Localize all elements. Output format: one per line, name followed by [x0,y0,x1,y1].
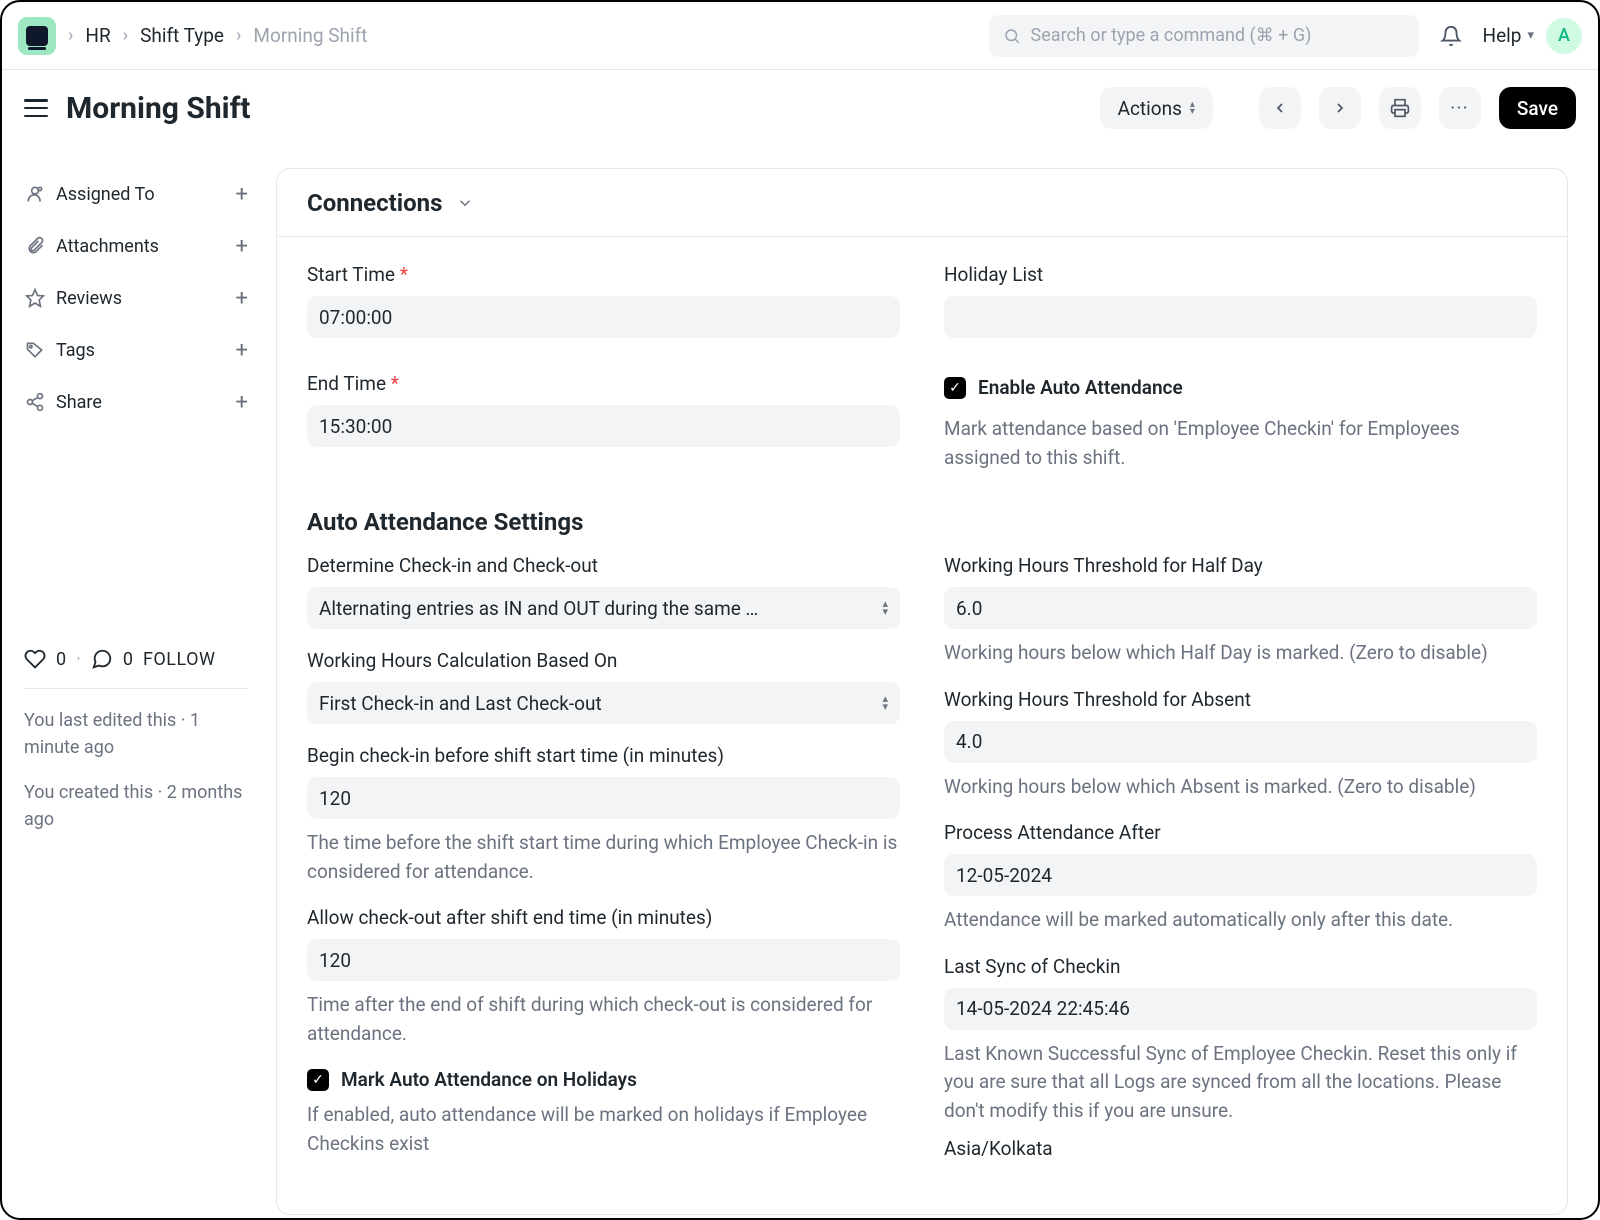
meta-created: You created this · 2 months ago [24,779,248,833]
avatar[interactable]: A [1546,18,1582,54]
comments-count: 0 [123,649,133,670]
ellipsis-icon: ··· [1451,100,1470,116]
sidebar-item-tags[interactable]: Tags + [24,324,248,376]
allow-desc: Time after the end of shift during which… [307,991,900,1048]
user-icon [24,184,46,204]
mark-holidays-desc: If enabled, auto attendance will be mark… [307,1101,900,1158]
paperclip-icon [24,236,46,256]
help-menu[interactable]: Help ▾ [1483,24,1534,47]
plus-icon[interactable]: + [236,338,248,363]
process-input[interactable]: 12-05-2024 [944,854,1537,896]
timezone: Asia/Kolkata [944,1135,1537,1164]
half-label: Working Hours Threshold for Half Day [944,554,1537,577]
process-desc: Attendance will be marked automatically … [944,906,1537,935]
plus-icon[interactable]: + [236,234,248,259]
determine-label: Determine Check-in and Check-out [307,554,900,577]
updown-icon: ▴▾ [882,695,888,711]
half-input[interactable]: 6.0 [944,587,1537,629]
sync-input[interactable]: 14-05-2024 22:45:46 [944,988,1537,1030]
breadcrumb-current: Morning Shift [253,24,367,47]
tag-icon [24,340,46,360]
holiday-list-input[interactable] [944,296,1537,338]
breadcrumb-shift-type[interactable]: Shift Type [140,24,224,47]
mark-holidays-label: Mark Auto Attendance on Holidays [341,1068,637,1091]
share-icon [24,392,46,412]
search-placeholder: Search or type a command (⌘ + G) [1031,25,1312,46]
notifications-button[interactable] [1431,16,1471,56]
calc-label: Working Hours Calculation Based On [307,649,900,672]
topbar: › HR › Shift Type › Morning Shift Search… [2,2,1598,70]
plus-icon[interactable]: + [236,286,248,311]
page-header: Morning Shift Actions ▴▾ ··· Save [2,70,1598,146]
begin-input[interactable]: 120 [307,777,900,819]
sync-desc: Last Known Successful Sync of Employee C… [944,1040,1537,1126]
determine-select[interactable]: Alternating entries as IN and OUT during… [307,587,900,629]
updown-icon: ▴▾ [882,600,888,616]
allow-input[interactable]: 120 [307,939,900,981]
holiday-list-label: Holiday List [944,263,1537,286]
comment-icon[interactable] [91,648,113,670]
enable-auto-label: Enable Auto Attendance [978,376,1183,399]
likes-count: 0 [56,649,66,670]
printer-icon [1390,98,1410,118]
follow-bar: 0 · 0 FOLLOW [24,648,248,670]
search-icon [1003,27,1021,45]
form-card: Connections Start Time * 07:00:00 End Ti… [276,168,1568,1215]
sidebar-item-assigned-to[interactable]: Assigned To + [24,168,248,220]
search-input[interactable]: Search or type a command (⌘ + G) [989,15,1419,57]
enable-auto-checkbox[interactable]: ✓ [944,377,966,399]
chevron-right-icon: › [123,25,128,46]
end-time-label: End Time * [307,372,900,395]
absent-label: Working Hours Threshold for Absent [944,688,1537,711]
begin-desc: The time before the shift start time dur… [307,829,900,886]
sidebar-item-reviews[interactable]: Reviews + [24,272,248,324]
star-icon [24,288,46,308]
save-button[interactable]: Save [1499,87,1576,129]
plus-icon[interactable]: + [236,182,248,207]
page-title: Morning Shift [66,91,250,126]
next-button[interactable] [1319,87,1361,129]
divider [24,688,248,689]
print-button[interactable] [1379,87,1421,129]
chevron-right-icon: › [68,25,73,46]
sidebar: Assigned To + Attachments + Reviews + Ta… [2,146,270,1218]
mark-holidays-checkbox[interactable]: ✓ [307,1069,329,1091]
chevron-down-icon: ▾ [1527,28,1534,43]
allow-label: Allow check-out after shift end time (in… [307,906,900,929]
half-desc: Working hours below which Half Day is ma… [944,639,1537,668]
meta-edited: You last edited this · 1 minute ago [24,707,248,761]
absent-input[interactable]: 4.0 [944,721,1537,763]
follow-button[interactable]: FOLLOW [143,649,216,670]
start-time-label: Start Time * [307,263,900,286]
bell-icon [1440,25,1462,47]
updown-icon: ▴▾ [1190,101,1195,115]
heart-icon[interactable] [24,648,46,670]
chevron-down-icon [456,194,474,212]
absent-desc: Working hours below which Absent is mark… [944,773,1537,802]
plus-icon[interactable]: + [236,390,248,415]
process-label: Process Attendance After [944,821,1537,844]
main-content: Connections Start Time * 07:00:00 End Ti… [270,146,1598,1218]
more-button[interactable]: ··· [1439,87,1481,129]
enable-auto-desc: Mark attendance based on 'Employee Check… [944,415,1537,472]
start-time-input[interactable]: 07:00:00 [307,296,900,338]
section-auto-attendance: Auto Attendance Settings [277,498,1567,554]
brand-logo[interactable] [18,17,56,55]
sidebar-item-share[interactable]: Share + [24,376,248,428]
actions-button[interactable]: Actions ▴▾ [1100,87,1213,129]
prev-button[interactable] [1259,87,1301,129]
menu-toggle[interactable] [24,99,48,117]
sidebar-item-attachments[interactable]: Attachments + [24,220,248,272]
chevron-right-icon: › [236,25,241,46]
sync-label: Last Sync of Checkin [944,955,1537,978]
begin-label: Begin check-in before shift start time (… [307,744,900,767]
calc-select[interactable]: First Check-in and Last Check-out ▴▾ [307,682,900,724]
section-connections[interactable]: Connections [277,169,1567,237]
end-time-input[interactable]: 15:30:00 [307,405,900,447]
breadcrumb-hr[interactable]: HR [85,24,110,47]
